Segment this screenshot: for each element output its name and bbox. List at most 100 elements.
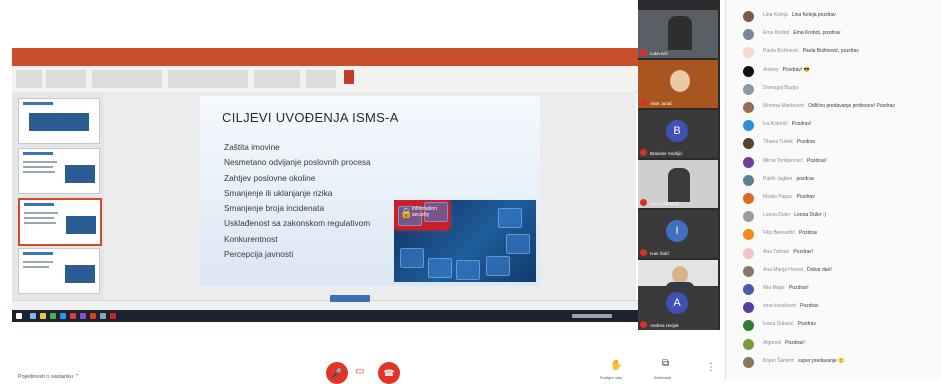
designer-icon xyxy=(344,70,354,84)
chat-message: Tihana Tušek Pozdrav xyxy=(735,136,941,153)
chat-message: Domagoj Buzija xyxy=(735,82,941,99)
message-text: Pozdrav! xyxy=(785,339,805,346)
message-text: Pozdrav! xyxy=(793,248,814,255)
chat-message: Algorovi Pozdrav! xyxy=(735,337,941,354)
avatar xyxy=(743,211,754,223)
participant-tile[interactable]: Luka Ivić xyxy=(638,10,718,58)
bullet: Nesmetano odvijanje poslovnih procesa xyxy=(224,157,371,168)
participant-tile[interactable]: A Andrea Horjak xyxy=(638,286,718,330)
mic-off-icon xyxy=(640,249,647,256)
message-text: Lina Keleja pozdrav xyxy=(791,12,836,18)
mic-off-icon xyxy=(640,49,647,56)
lock-icon: 🔒 xyxy=(400,208,413,219)
message-text: Dobar dan! xyxy=(807,266,832,273)
sender-name: Marko Papac Pozdrav xyxy=(763,194,815,200)
chat-message: Antony Pozdrav! 😎 xyxy=(735,64,941,81)
participant-tile[interactable]: Jurica Žanović xyxy=(638,160,718,208)
participant-tile[interactable]: B Branimir Andrijić xyxy=(638,110,718,158)
sender-name: Ana Marija Horvat Dobar dan! xyxy=(763,266,832,273)
sender-name: Mia Major Pozdrav! xyxy=(763,285,809,291)
sender-name: ema kovačević Pozdrav xyxy=(763,303,819,310)
message-text: pozdrav xyxy=(796,175,815,182)
chat-message: Leona Duler Leona Duler :) xyxy=(735,209,941,226)
message-text: Leona Duler :) xyxy=(794,212,826,219)
chat-message: Ema Krobot Ema Krobot, pozdrav xyxy=(735,27,941,44)
avatar xyxy=(743,247,754,259)
bullet: Smanjenje ili uklanjanje rizika xyxy=(224,187,333,198)
chat-message: Lina Keleja Lina Keleja pozdrav xyxy=(735,9,941,26)
sender-name: Algorovi Pozdrav! xyxy=(763,339,805,346)
bullet: Zaštita imovine xyxy=(224,142,280,152)
sender-name: Ana Tolman Pozdrav! xyxy=(763,248,814,255)
sender-name: Ema Krobot Ema Krobot, pozdrav xyxy=(763,30,841,37)
chat-message: Mia Major Pozdrav! xyxy=(735,282,941,299)
avatar: B xyxy=(666,120,688,142)
avatar: A xyxy=(666,292,688,314)
sender-name: Iva Kokorić Pozdrav! xyxy=(763,121,812,128)
bullet: Smanjenje broja incidenata xyxy=(224,203,325,214)
bullet: Percepcija javnosti xyxy=(224,249,294,260)
message-text: Pozdrav! xyxy=(791,121,812,128)
message-text: Paola Božinović, pozdrav xyxy=(802,48,859,55)
avatar xyxy=(743,11,754,22)
message-text: Pozdrav xyxy=(797,321,816,328)
avatar xyxy=(743,193,754,204)
zoom-control[interactable] xyxy=(330,295,370,302)
sender-name: Ivana Dukarić Pozdrav xyxy=(763,321,816,328)
sender-name: Tihana Tušek Pozdrav xyxy=(763,139,816,146)
mic-off-button[interactable]: 🎤 xyxy=(326,362,348,384)
participant-tiles: Luka Ivić Ante Juraić B Branimir Andriji… xyxy=(638,0,720,330)
chat-message: ema kovačević Pozdrav xyxy=(735,300,941,317)
avatar xyxy=(743,120,754,132)
avatar xyxy=(743,47,754,59)
slide-thumbnail-selected[interactable] xyxy=(18,198,102,246)
activities-button[interactable]: ⧉ xyxy=(662,358,669,369)
avatar xyxy=(743,265,754,277)
avatar xyxy=(743,174,754,186)
message-text: Pozdrav! xyxy=(806,157,827,164)
sender-name: Lina Keleja Lina Keleja pozdrav xyxy=(763,12,836,18)
meeting-details-link[interactable]: Pojedinosti o sastanku ⌃ xyxy=(18,374,79,380)
avatar xyxy=(743,102,754,113)
chat-message: Ana Marija Horvat Dobar dan! xyxy=(735,264,941,281)
slide-thumbnail[interactable] xyxy=(18,98,100,144)
participant-tile[interactable]: I Ivan Šolić xyxy=(638,210,718,258)
sender-name: Bojan Šarlerić super predavanje 🙂 xyxy=(763,357,845,364)
leave-call-button[interactable]: ☎ xyxy=(378,362,400,384)
chat-message: Ana Tolman Pozdrav! xyxy=(735,246,941,263)
key-label: information security xyxy=(412,206,437,218)
video-icon[interactable]: ▭ xyxy=(355,366,364,377)
chat-message: Morena Martinović Odlično predavanje prof… xyxy=(735,100,941,117)
message-text: Odlično predavanje profesore! Pozdrav xyxy=(808,103,895,109)
avatar xyxy=(743,229,754,241)
chat-message: Paola Božinović Paola Božinović, pozdrav xyxy=(735,45,941,62)
avatar xyxy=(743,138,754,150)
bullet: Zahtjev poslovne okoline xyxy=(224,172,316,183)
chat-message: Ivana Dukarić Pozdrav xyxy=(735,318,941,335)
avatar xyxy=(743,302,754,314)
slide-bullets: Zaštita imovine Nesmetano odvijanje posl… xyxy=(224,140,371,262)
bullet: Konkurentnost xyxy=(224,233,278,244)
sender-name: Antony Pozdrav! 😎 xyxy=(763,66,810,73)
avatar xyxy=(743,83,754,95)
sender-name: Domagoj Buzija xyxy=(763,84,799,91)
avatar xyxy=(743,29,754,41)
chat-message: Marko Papac Pozdrav xyxy=(735,191,941,208)
raise-hand-button[interactable]: ✋ xyxy=(610,360,622,371)
mic-off-icon xyxy=(640,321,647,328)
chat-message: Mirna Tomljenović Pozdrav! xyxy=(735,155,941,172)
chat-message: Bojan Šarlerić super predavanje 🙂 xyxy=(735,355,941,372)
avatar xyxy=(743,320,754,332)
slide-thumbnail[interactable] xyxy=(18,148,100,194)
chat-message: Patrik Jagber pozdrav xyxy=(735,173,941,190)
powerpoint-titlebar xyxy=(12,48,638,60)
mic-off-icon xyxy=(640,199,647,206)
bullet: Usklađenost sa zakonskom regulativom xyxy=(224,218,371,229)
avatar xyxy=(743,356,754,368)
slide-thumbnail[interactable] xyxy=(18,248,100,294)
participant-tile[interactable]: Ante Juraić xyxy=(638,60,718,108)
powerpoint-ribbon xyxy=(12,66,638,93)
sender-name: Morena Martinović Odlično predavanje prof… xyxy=(763,103,895,109)
more-options-icon[interactable]: ⋮ xyxy=(706,362,716,373)
message-text: Pozdrav! xyxy=(788,285,809,291)
